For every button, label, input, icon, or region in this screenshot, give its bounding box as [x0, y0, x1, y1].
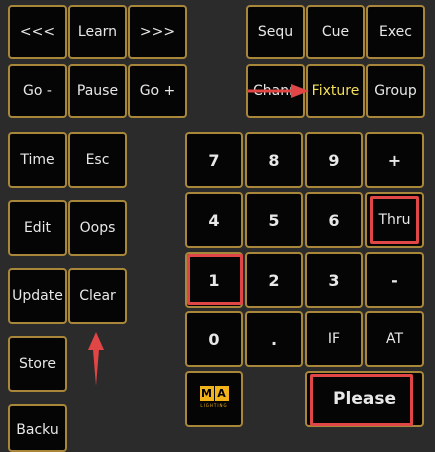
cue-button[interactable]: Cue [306, 5, 365, 59]
key-label: Esc [85, 152, 110, 168]
fixture-button[interactable]: Fixture [306, 64, 365, 118]
logo-letter: A [214, 386, 229, 401]
key-label: >>> [139, 24, 176, 40]
thru-button[interactable]: Thru [365, 192, 424, 248]
key-6[interactable]: 6 [305, 192, 363, 248]
key-2[interactable]: 2 [245, 252, 303, 308]
logo-letter: M [199, 386, 214, 401]
exec-button[interactable]: Exec [366, 5, 425, 59]
key-label: Please [333, 389, 396, 409]
update-button[interactable]: Update [8, 268, 67, 324]
key-label: Backu [16, 422, 59, 438]
key-label: . [270, 329, 278, 349]
key-label: 5 [268, 210, 280, 230]
dot-button[interactable]: . [245, 311, 303, 367]
go-plus-button[interactable]: Go + [128, 64, 187, 118]
key-7[interactable]: 7 [185, 132, 243, 188]
key-label: Thru [378, 212, 411, 228]
key-label: Sequ [257, 24, 294, 40]
sequ-button[interactable]: Sequ [246, 5, 305, 59]
key-label: Update [12, 288, 63, 304]
key-label: AT [385, 331, 404, 347]
esc-button[interactable]: Esc [68, 132, 127, 188]
key-label: + [387, 150, 402, 170]
key-label: 7 [208, 150, 220, 170]
key-label: 3 [328, 270, 340, 290]
key-label: Store [18, 356, 56, 372]
store-button[interactable]: Store [8, 336, 67, 392]
key-label: 9 [328, 150, 340, 170]
edit-button[interactable]: Edit [8, 200, 67, 256]
key-label: Edit [23, 220, 52, 236]
please-button[interactable]: Please [305, 371, 424, 427]
key-label: 4 [208, 210, 220, 230]
key-3[interactable]: 3 [305, 252, 363, 308]
key-label: - [391, 270, 398, 290]
key-label: 6 [328, 210, 340, 230]
key-label: 0 [208, 329, 220, 349]
key-8[interactable]: 8 [245, 132, 303, 188]
key-label: Fixture [311, 83, 360, 99]
key-label: Cue [321, 24, 350, 40]
key-1[interactable]: 1 [185, 252, 243, 308]
key-label: 1 [208, 270, 220, 290]
ma-lighting-logo: M A LIGHTING [198, 386, 230, 412]
ma-logo-button[interactable]: M A LIGHTING [185, 371, 243, 427]
key-label: IF [327, 331, 341, 347]
key-9[interactable]: 9 [305, 132, 363, 188]
key-0[interactable]: 0 [185, 311, 243, 367]
key-label: <<< [19, 24, 56, 40]
previous-page-button[interactable]: <<< [8, 5, 67, 59]
go-minus-button[interactable]: Go - [8, 64, 67, 118]
key-label: 2 [268, 270, 280, 290]
pause-button[interactable]: Pause [68, 64, 127, 118]
arrow-right-icon [247, 84, 309, 98]
key-label: Go + [139, 83, 176, 99]
key-label: Time [20, 152, 55, 168]
clear-button[interactable]: Clear [68, 268, 127, 324]
key-label: Pause [76, 83, 119, 99]
if-button[interactable]: IF [305, 311, 363, 367]
group-button[interactable]: Group [366, 64, 425, 118]
plus-button[interactable]: + [365, 132, 424, 188]
oops-button[interactable]: Oops [68, 200, 127, 256]
key-label: Clear [79, 288, 116, 304]
key-label: Learn [77, 24, 118, 40]
at-button[interactable]: AT [365, 311, 424, 367]
time-button[interactable]: Time [8, 132, 67, 188]
key-label: Go - [23, 83, 52, 99]
logo-subtitle: LIGHTING [200, 403, 228, 408]
key-label: Exec [378, 24, 412, 40]
learn-button[interactable]: Learn [68, 5, 127, 59]
key-label: Oops [79, 220, 116, 236]
minus-button[interactable]: - [365, 252, 424, 308]
key-label: Group [374, 83, 417, 99]
key-4[interactable]: 4 [185, 192, 243, 248]
backup-button[interactable]: Backu [8, 404, 67, 452]
arrow-up-icon [88, 332, 104, 386]
key-5[interactable]: 5 [245, 192, 303, 248]
next-page-button[interactable]: >>> [128, 5, 187, 59]
key-label: 8 [268, 150, 280, 170]
